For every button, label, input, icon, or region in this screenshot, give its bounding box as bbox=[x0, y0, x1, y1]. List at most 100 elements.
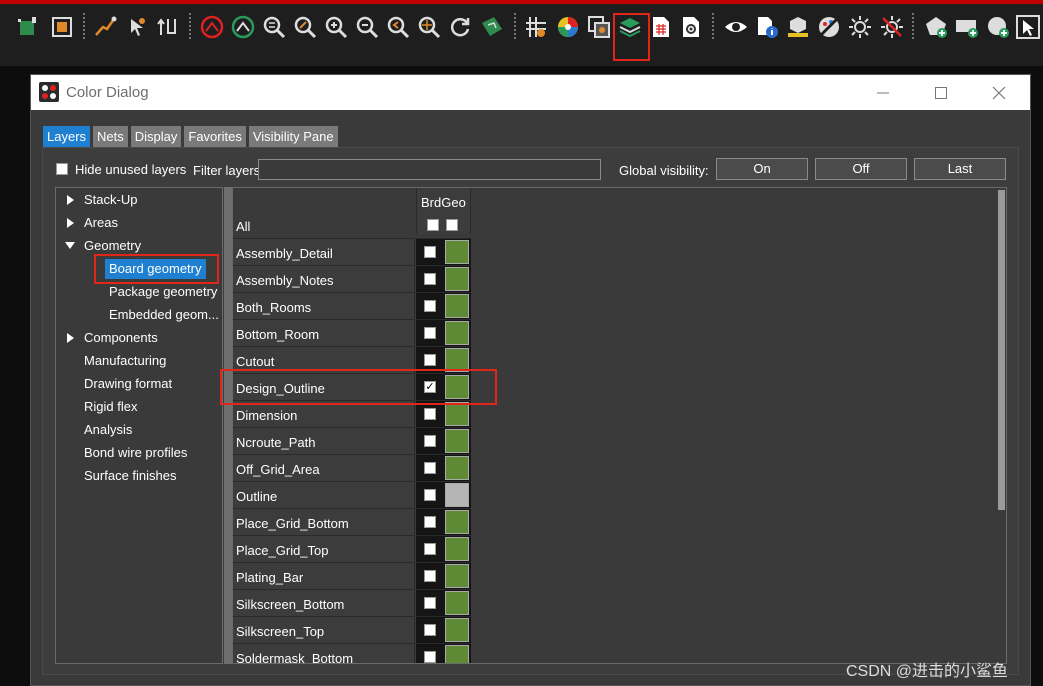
layer-color-swatch[interactable] bbox=[445, 456, 469, 480]
tree-item-embedded-geometry[interactable]: Embedded geom... bbox=[109, 305, 219, 325]
tab-display[interactable]: Display bbox=[130, 126, 182, 147]
minimize-button[interactable] bbox=[863, 80, 903, 106]
layer-visibility-checkbox[interactable] bbox=[424, 651, 436, 663]
all-color-checkbox[interactable] bbox=[446, 219, 458, 231]
global-off-button[interactable]: Off bbox=[815, 158, 907, 180]
chip-icon[interactable] bbox=[16, 15, 40, 39]
layer-row-soldermask-bottom-color-cell bbox=[444, 643, 471, 663]
add-rect-icon[interactable] bbox=[955, 15, 979, 39]
layer-color-swatch[interactable] bbox=[445, 429, 469, 453]
layer-row-assembly-notes-visibility-cell bbox=[416, 265, 444, 292]
zoom-prev-icon[interactable] bbox=[386, 15, 410, 39]
tab-visibility-pane[interactable]: Visibility Pane bbox=[248, 126, 338, 147]
info-doc-icon[interactable] bbox=[755, 15, 779, 39]
layer-visibility-checkbox[interactable] bbox=[424, 462, 436, 474]
global-visibility-label: Global visibility: bbox=[619, 163, 709, 178]
layer-color-swatch[interactable] bbox=[445, 240, 469, 264]
expand-icon[interactable] bbox=[67, 333, 74, 343]
ruler-box-icon[interactable] bbox=[786, 15, 810, 39]
layer-visibility-checkbox[interactable] bbox=[424, 543, 436, 555]
add-shape-icon[interactable] bbox=[924, 15, 948, 39]
expand-icon[interactable] bbox=[67, 195, 74, 205]
layer-visibility-checkbox[interactable] bbox=[424, 597, 436, 609]
layer-color-icon[interactable] bbox=[618, 15, 642, 39]
tree-item-stack-up[interactable]: Stack-Up bbox=[84, 190, 137, 210]
collapse-icon[interactable] bbox=[65, 242, 75, 249]
layer-color-swatch[interactable] bbox=[445, 645, 469, 663]
layer-visibility-checkbox[interactable] bbox=[424, 327, 436, 339]
layer-color-swatch[interactable] bbox=[445, 321, 469, 345]
layer-row-outline-visibility-cell bbox=[416, 481, 444, 508]
tree-grid-splitter[interactable] bbox=[224, 187, 232, 664]
settings-doc-icon[interactable] bbox=[679, 15, 703, 39]
layer-color-swatch[interactable] bbox=[445, 402, 469, 426]
layer-visibility-checkbox[interactable] bbox=[424, 435, 436, 447]
layer-visibility-checkbox[interactable] bbox=[424, 570, 436, 582]
tab-nets[interactable]: Nets bbox=[93, 126, 128, 147]
drc-icon[interactable] bbox=[200, 15, 224, 39]
tree-item-rigid-flex[interactable]: Rigid flex bbox=[84, 397, 137, 417]
shadow-mode-icon[interactable] bbox=[587, 15, 611, 39]
select-arrow-icon[interactable] bbox=[1016, 15, 1040, 39]
board-3d-icon[interactable] bbox=[480, 15, 504, 39]
maximize-button[interactable] bbox=[921, 80, 961, 106]
layer-color-swatch[interactable] bbox=[445, 591, 469, 615]
light-off-icon[interactable] bbox=[880, 15, 904, 39]
redraw-icon[interactable] bbox=[448, 15, 472, 39]
layer-color-swatch[interactable] bbox=[445, 510, 469, 534]
layer-row-soldermask-bottom-label: Soldermask_Bottom bbox=[233, 643, 415, 663]
tree-item-manufacturing[interactable]: Manufacturing bbox=[84, 351, 166, 371]
layer-visibility-checkbox[interactable] bbox=[424, 354, 436, 366]
layer-visibility-checkbox[interactable] bbox=[424, 273, 436, 285]
spreadsheet-icon[interactable] bbox=[649, 15, 673, 39]
global-on-button[interactable]: On bbox=[716, 158, 808, 180]
layer-color-swatch[interactable] bbox=[445, 294, 469, 318]
palette-off-icon[interactable] bbox=[817, 15, 841, 39]
zoom-out-icon[interactable] bbox=[355, 15, 379, 39]
layer-visibility-checkbox[interactable] bbox=[424, 489, 436, 501]
tab-favorites[interactable]: Favorites bbox=[184, 126, 246, 147]
grid-scrollbar[interactable] bbox=[998, 190, 1005, 510]
tree-item-drawing-format[interactable]: Drawing format bbox=[84, 374, 172, 394]
zoom-in-icon[interactable] bbox=[324, 15, 348, 39]
layer-visibility-checkbox[interactable] bbox=[424, 300, 436, 312]
cpu-icon[interactable] bbox=[50, 15, 74, 39]
tree-item-bond-wire-profiles[interactable]: Bond wire profiles bbox=[84, 443, 187, 463]
layer-visibility-checkbox[interactable] bbox=[424, 246, 436, 258]
visibility-eye-icon[interactable] bbox=[724, 15, 748, 39]
light-icon[interactable] bbox=[848, 15, 872, 39]
layer-visibility-checkbox[interactable] bbox=[424, 516, 436, 528]
route-icon[interactable] bbox=[93, 15, 117, 39]
dialog-titlebar[interactable]: Color Dialog bbox=[31, 75, 1030, 110]
drc-alt-icon[interactable] bbox=[231, 15, 255, 39]
tree-item-surface-finishes[interactable]: Surface finishes bbox=[84, 466, 177, 486]
layer-visibility-checkbox[interactable] bbox=[424, 408, 436, 420]
expand-icon[interactable] bbox=[67, 218, 74, 228]
global-last-button[interactable]: Last bbox=[914, 158, 1006, 180]
tree-item-areas[interactable]: Areas bbox=[84, 213, 118, 233]
zoom-window-icon[interactable] bbox=[293, 15, 317, 39]
layer-visibility-checkbox[interactable] bbox=[424, 624, 436, 636]
tree-item-components[interactable]: Components bbox=[84, 328, 158, 348]
layer-color-swatch[interactable] bbox=[445, 537, 469, 561]
grid-icon[interactable] bbox=[524, 15, 548, 39]
add-circle-icon[interactable] bbox=[986, 15, 1010, 39]
layer-color-swatch[interactable] bbox=[445, 564, 469, 588]
zoom-fit-icon[interactable] bbox=[262, 15, 286, 39]
layer-row-off-grid-area-label: Off_Grid_Area bbox=[233, 454, 415, 481]
swap-icon[interactable] bbox=[156, 15, 180, 39]
tab-layers[interactable]: Layers bbox=[43, 126, 91, 147]
all-visibility-checkbox[interactable] bbox=[427, 219, 439, 231]
filter-layers-input[interactable] bbox=[258, 159, 601, 180]
tree-item-geometry[interactable]: Geometry bbox=[84, 236, 141, 256]
layer-color-swatch[interactable] bbox=[445, 483, 469, 507]
color-wheel-icon[interactable] bbox=[556, 15, 580, 39]
pointer-move-icon[interactable] bbox=[125, 15, 149, 39]
close-button[interactable] bbox=[979, 80, 1019, 106]
tree-item-analysis[interactable]: Analysis bbox=[84, 420, 132, 440]
zoom-center-icon[interactable] bbox=[417, 15, 441, 39]
layer-color-swatch[interactable] bbox=[445, 267, 469, 291]
tree-item-package-geometry[interactable]: Package geometry bbox=[109, 282, 217, 302]
layer-color-swatch[interactable] bbox=[445, 618, 469, 642]
hide-unused-checkbox[interactable] bbox=[56, 163, 68, 175]
